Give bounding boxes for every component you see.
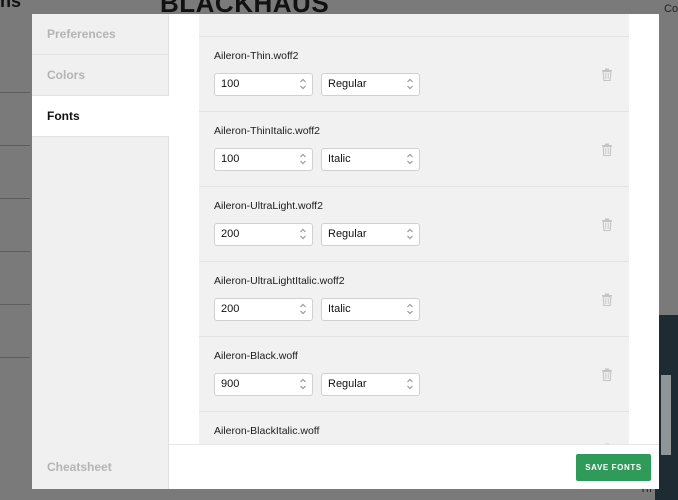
sidebar-item-fonts[interactable]: Fonts xyxy=(32,96,185,137)
font-style-select[interactable]: Regular xyxy=(321,223,420,246)
trash-icon[interactable] xyxy=(601,68,613,81)
font-weight-select[interactable]: 900 xyxy=(214,373,313,396)
select-chevron-icon xyxy=(300,378,306,390)
trash-icon[interactable] xyxy=(601,143,613,156)
select-chevron-icon xyxy=(300,153,306,165)
font-list: Aileron-Thin.woff2 100 Regular Aileron-T… xyxy=(199,14,629,444)
font-weight-value: 900 xyxy=(221,378,240,390)
select-chevron-icon xyxy=(407,378,413,390)
sidebar-item-colors[interactable]: Colors xyxy=(32,55,168,96)
select-chevron-icon xyxy=(407,303,413,315)
settings-sidebar: Preferences Colors Fonts Cheatsheet xyxy=(32,14,185,489)
font-row-scrolled xyxy=(199,14,629,37)
background-nav-fragment: ns xyxy=(0,0,22,11)
font-row: Aileron-UltraLightItalic.woff2 200 Itali… xyxy=(199,262,629,337)
font-row: Aileron-UltraLight.woff2 200 Regular xyxy=(199,187,629,262)
trash-icon[interactable] xyxy=(601,218,613,231)
font-style-select[interactable]: Regular xyxy=(321,373,420,396)
font-style-select[interactable]: Italic xyxy=(321,298,420,321)
font-file-name: Aileron-UltraLight.woff2 xyxy=(214,200,323,212)
sidebar-item-preferences[interactable]: Preferences xyxy=(32,14,168,55)
trash-icon[interactable] xyxy=(601,368,613,381)
modal-footer: SAVE FONTS xyxy=(169,444,659,489)
font-style-value: Regular xyxy=(328,378,367,390)
font-style-select[interactable]: Italic xyxy=(321,148,420,171)
select-chevron-icon xyxy=(300,303,306,315)
background-list-lines xyxy=(0,40,30,370)
font-style-value: Italic xyxy=(328,153,351,165)
select-chevron-icon xyxy=(300,228,306,240)
font-weight-select[interactable]: 100 xyxy=(214,73,313,96)
font-row: Aileron-Black.woff 900 Regular xyxy=(199,337,629,412)
font-row: Aileron-BlackItalic.woff xyxy=(199,412,629,444)
font-weight-select[interactable]: 100 xyxy=(214,148,313,171)
font-weight-select[interactable]: 200 xyxy=(214,298,313,321)
font-style-value: Italic xyxy=(328,303,351,315)
save-fonts-button[interactable]: SAVE FONTS xyxy=(576,454,651,481)
settings-modal: Preferences Colors Fonts Cheatsheet Aile… xyxy=(32,14,659,489)
font-file-name: Aileron-ThinItalic.woff2 xyxy=(214,125,321,137)
fonts-panel: Aileron-Thin.woff2 100 Regular Aileron-T… xyxy=(169,14,659,444)
font-file-name: Aileron-Black.woff xyxy=(214,350,298,362)
font-weight-value: 100 xyxy=(221,153,240,165)
font-file-name: Aileron-Thin.woff2 xyxy=(214,50,299,62)
trash-icon[interactable] xyxy=(601,293,613,306)
select-chevron-icon xyxy=(407,228,413,240)
sidebar-item-cheatsheet[interactable]: Cheatsheet xyxy=(32,445,168,489)
font-style-select[interactable]: Regular xyxy=(321,73,420,96)
select-chevron-icon xyxy=(300,78,306,90)
font-row: Aileron-ThinItalic.woff2 100 Italic xyxy=(199,112,629,187)
font-style-value: Regular xyxy=(328,78,367,90)
font-weight-value: 200 xyxy=(221,303,240,315)
select-chevron-icon xyxy=(407,78,413,90)
font-file-name: Aileron-UltraLightItalic.woff2 xyxy=(214,275,345,287)
font-style-value: Regular xyxy=(328,228,367,240)
select-chevron-icon xyxy=(407,153,413,165)
font-weight-value: 100 xyxy=(221,78,240,90)
background-corner-fragment: Co xyxy=(664,3,678,15)
font-weight-select[interactable]: 200 xyxy=(214,223,313,246)
font-weight-value: 200 xyxy=(221,228,240,240)
font-file-name: Aileron-BlackItalic.woff xyxy=(214,425,320,437)
font-row: Aileron-Thin.woff2 100 Regular xyxy=(199,37,629,112)
